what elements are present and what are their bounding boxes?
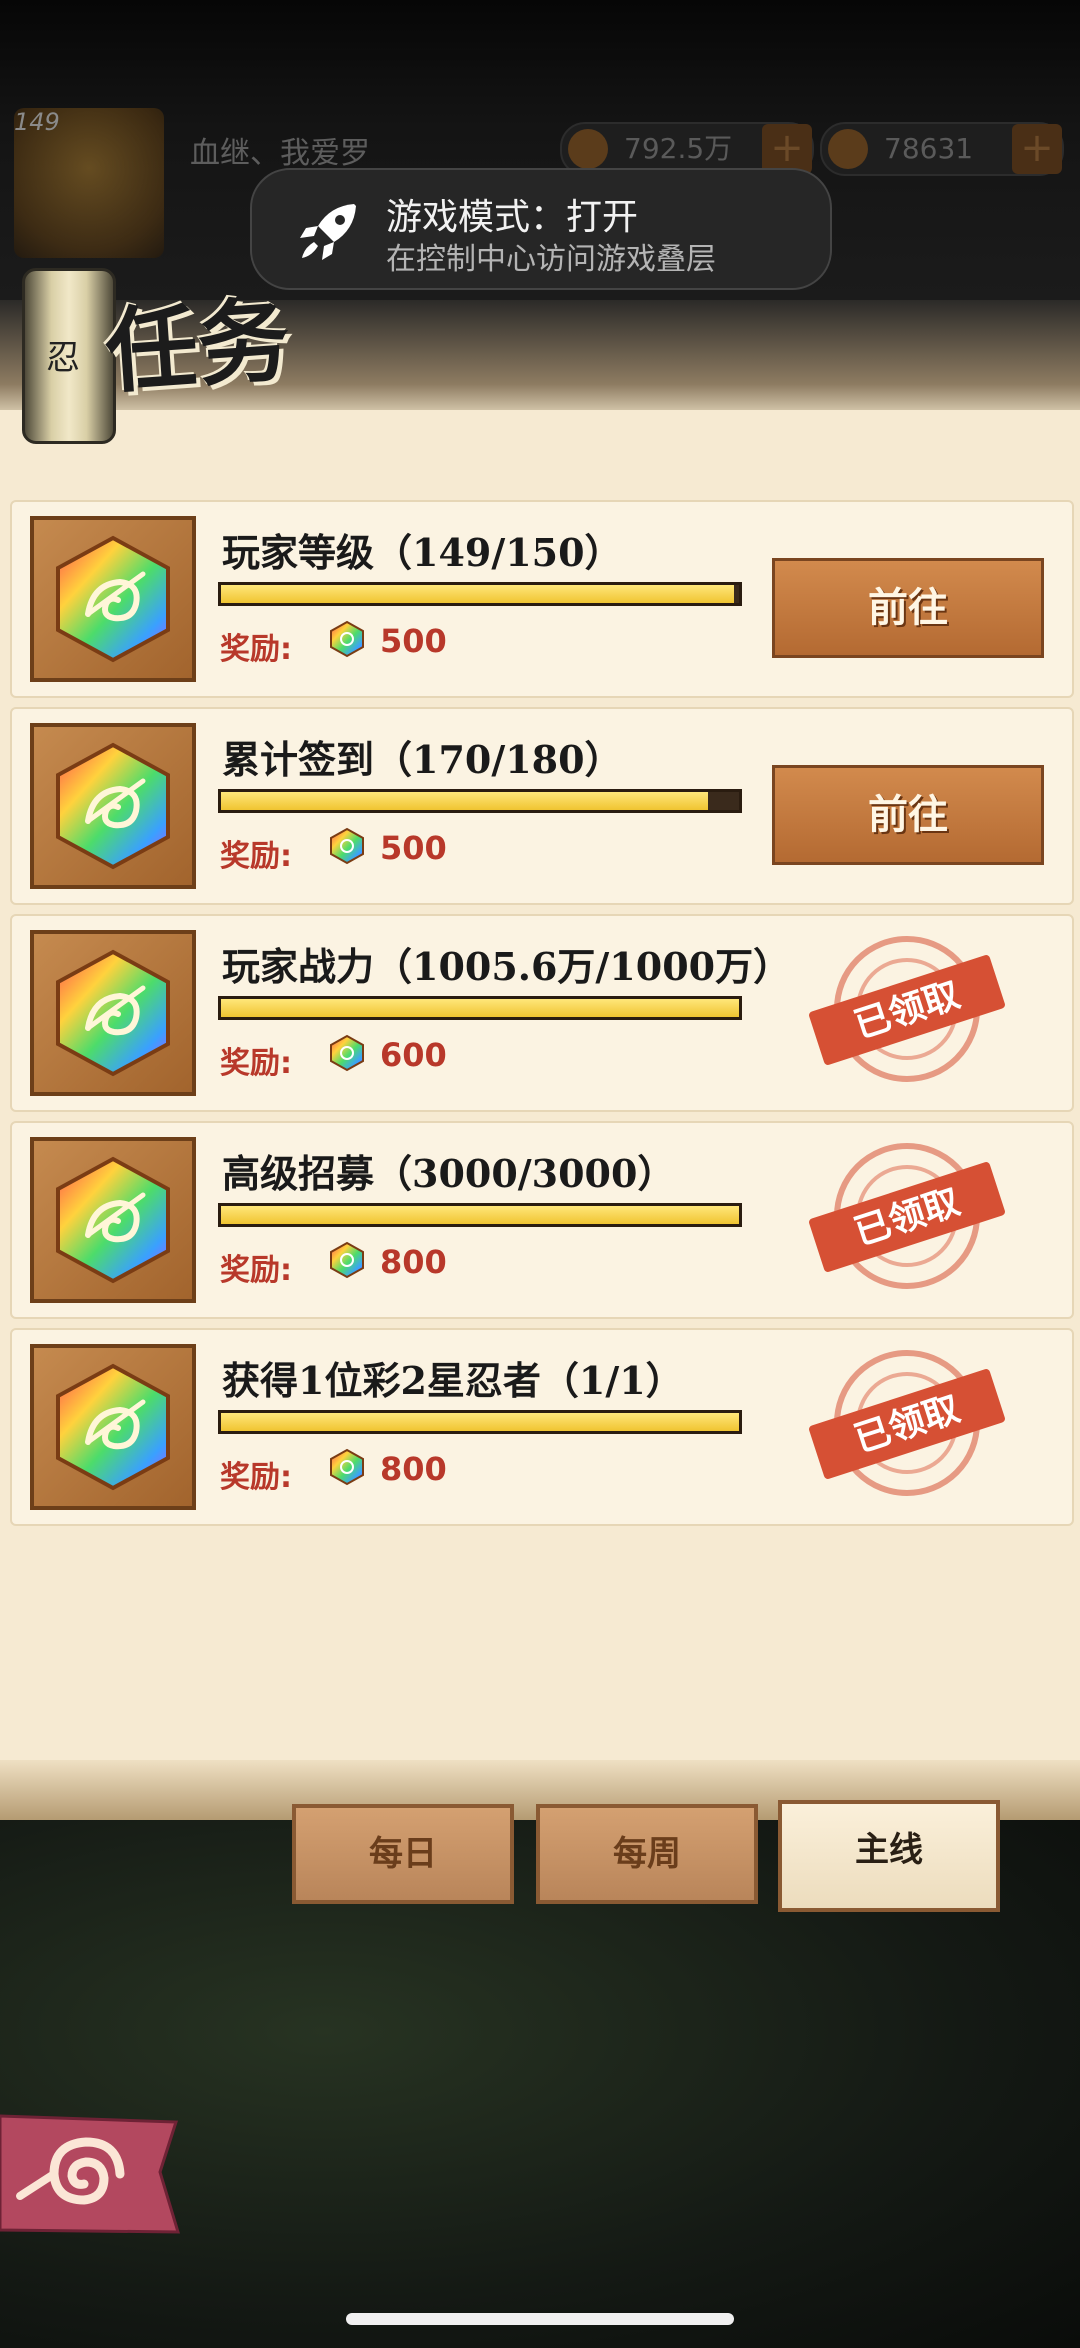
quest-progress-fill xyxy=(221,792,708,810)
rocket-icon xyxy=(300,204,356,260)
quest-row: 玩家等级（149/150） 奖励: 500 前往 xyxy=(10,500,1074,698)
rainbow-hexagon-leaf-icon xyxy=(56,1363,170,1491)
page-title: 任务 xyxy=(101,285,294,407)
add-gem-button[interactable]: + xyxy=(1012,124,1062,174)
toast-title: 游戏模式：打开 xyxy=(386,197,639,238)
quest-progress-bar xyxy=(218,1410,742,1434)
go-button[interactable]: 前往 xyxy=(772,558,1044,658)
player-level: 149 xyxy=(14,108,60,136)
quest-title: 累计签到（170/180） xyxy=(222,737,623,782)
quest-icon-frame xyxy=(30,1137,196,1303)
quest-title: 玩家战力（1005.6万/1000万） xyxy=(222,944,792,989)
rainbow-gem-icon xyxy=(330,1034,364,1072)
reward-label: 奖励: xyxy=(220,1460,292,1495)
quest-row: 高级招募（3000/3000） 奖励: 800 已领取 xyxy=(10,1121,1074,1319)
game-mode-toast[interactable]: 游戏模式：打开 在控制中心访问游戏叠层 xyxy=(250,168,832,290)
gem-value: 78631 xyxy=(884,132,974,165)
back-button[interactable] xyxy=(0,2112,180,2238)
reward-label: 奖励: xyxy=(220,1253,292,1288)
quest-title: 玩家等级（149/150） xyxy=(222,530,623,575)
quest-icon-frame xyxy=(30,930,196,1096)
rainbow-gem-icon xyxy=(330,1448,364,1486)
reward-label: 奖励: xyxy=(220,839,292,874)
rainbow-gem-icon xyxy=(330,1241,364,1279)
reward-label: 奖励: xyxy=(220,632,292,667)
claimed-stamp: 已领取 xyxy=(807,1143,1007,1293)
tab-weekly[interactable]: 每周 xyxy=(536,1804,758,1904)
gem-counter: 78631 + xyxy=(820,122,1064,176)
quest-progress-fill xyxy=(221,585,734,603)
reward-amount: 500 xyxy=(380,622,447,660)
reward-amount: 800 xyxy=(380,1243,447,1281)
quest-icon-frame xyxy=(30,516,196,682)
player-name: 血继、我爱罗 xyxy=(190,136,370,171)
rainbow-hexagon-leaf-icon xyxy=(56,1156,170,1284)
reward-label: 奖励: xyxy=(220,1046,292,1081)
quest-progress-fill xyxy=(221,1413,739,1431)
gem-icon xyxy=(828,129,868,169)
add-coin-button[interactable]: + xyxy=(762,124,812,174)
rainbow-gem-icon xyxy=(330,620,364,658)
reward-amount: 800 xyxy=(380,1450,447,1488)
tab-daily[interactable]: 每日 xyxy=(292,1804,514,1904)
tab-main[interactable]: 主线 xyxy=(778,1800,1000,1912)
toast-subtitle: 在控制中心访问游戏叠层 xyxy=(386,242,716,277)
quest-row: 获得1位彩2星忍者（1/1） 奖励: 800 已领取 xyxy=(10,1328,1074,1526)
quest-row: 玩家战力（1005.6万/1000万） 奖励: 600 已领取 xyxy=(10,914,1074,1112)
reward-amount: 600 xyxy=(380,1036,447,1074)
go-button[interactable]: 前往 xyxy=(772,765,1044,865)
quest-progress-bar xyxy=(218,789,742,813)
quest-progress-bar xyxy=(218,1203,742,1227)
reward-amount: 500 xyxy=(380,829,447,867)
quest-progress-bar xyxy=(218,582,742,606)
coin-value: 792.5万 xyxy=(624,132,733,165)
quest-icon-frame xyxy=(30,1344,196,1510)
quest-progress-fill xyxy=(221,1206,739,1224)
claimed-stamp: 已领取 xyxy=(807,1350,1007,1500)
quest-row: 累计签到（170/180） 奖励: 500 前往 xyxy=(10,707,1074,905)
rainbow-hexagon-leaf-icon xyxy=(56,742,170,870)
rainbow-hexagon-leaf-icon xyxy=(56,949,170,1077)
scroll-character: 忍 xyxy=(46,338,80,378)
quest-title: 高级招募（3000/3000） xyxy=(222,1151,676,1196)
quest-title: 获得1位彩2星忍者（1/1） xyxy=(222,1358,684,1403)
quest-icon-frame xyxy=(30,723,196,889)
home-indicator[interactable] xyxy=(346,2313,734,2325)
quest-progress-bar xyxy=(218,996,742,1020)
rainbow-hexagon-leaf-icon xyxy=(56,535,170,663)
coin-icon xyxy=(568,129,608,169)
claimed-stamp: 已领取 xyxy=(807,936,1007,1086)
quest-progress-fill xyxy=(221,999,739,1017)
rainbow-gem-icon xyxy=(330,827,364,865)
